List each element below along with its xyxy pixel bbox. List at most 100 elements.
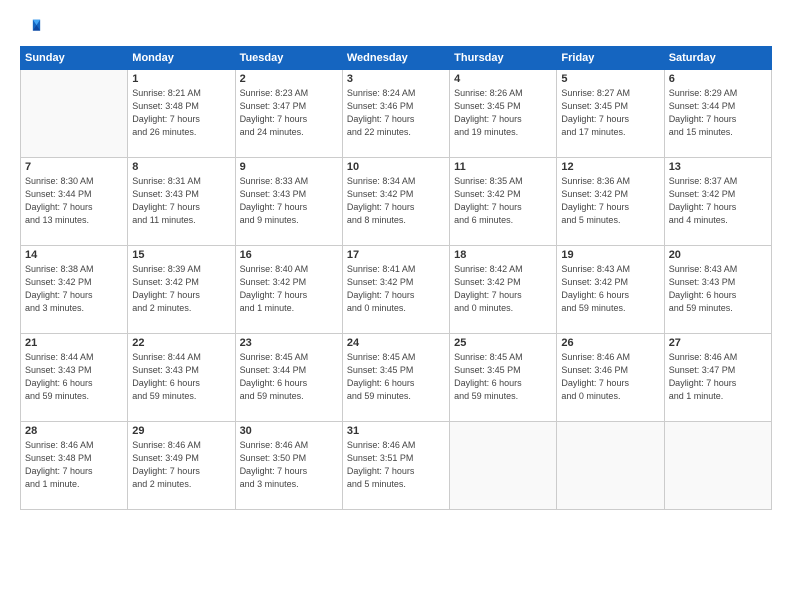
day-number: 27 [669, 337, 767, 349]
day-number: 8 [132, 161, 230, 173]
day-number: 30 [240, 425, 338, 437]
day-detail: Sunrise: 8:46 AM Sunset: 3:46 PM Dayligh… [561, 351, 659, 403]
calendar-cell: 17 Sunrise: 8:41 AM Sunset: 3:42 PM Dayli… [342, 246, 449, 334]
day-number: 1 [132, 73, 230, 85]
calendar-cell: 31 Sunrise: 8:46 AM Sunset: 3:51 PM Dayli… [342, 422, 449, 510]
calendar-cell: 13 Sunrise: 8:37 AM Sunset: 3:42 PM Dayli… [664, 158, 771, 246]
calendar-cell [450, 422, 557, 510]
day-detail: Sunrise: 8:42 AM Sunset: 3:42 PM Dayligh… [454, 263, 552, 315]
calendar-cell: 2 Sunrise: 8:23 AM Sunset: 3:47 PM Daylig… [235, 70, 342, 158]
calendar-weekday-header: Friday [557, 47, 664, 70]
day-detail: Sunrise: 8:29 AM Sunset: 3:44 PM Dayligh… [669, 87, 767, 139]
day-detail: Sunrise: 8:46 AM Sunset: 3:48 PM Dayligh… [25, 439, 123, 491]
calendar-cell: 9 Sunrise: 8:33 AM Sunset: 3:43 PM Daylig… [235, 158, 342, 246]
day-number: 9 [240, 161, 338, 173]
day-number: 14 [25, 249, 123, 261]
day-detail: Sunrise: 8:40 AM Sunset: 3:42 PM Dayligh… [240, 263, 338, 315]
calendar-week-row: 7Sunrise: 8:30 AM Sunset: 3:44 PM Daylig… [21, 158, 772, 246]
day-number: 10 [347, 161, 445, 173]
day-detail: Sunrise: 8:27 AM Sunset: 3:45 PM Dayligh… [561, 87, 659, 139]
calendar-cell: 4 Sunrise: 8:26 AM Sunset: 3:45 PM Daylig… [450, 70, 557, 158]
day-detail: Sunrise: 8:26 AM Sunset: 3:45 PM Dayligh… [454, 87, 552, 139]
day-detail: Sunrise: 8:46 AM Sunset: 3:51 PM Dayligh… [347, 439, 445, 491]
calendar-cell: 24Sunrise: 8:45 AM Sunset: 3:45 PM Dayli… [342, 334, 449, 422]
day-number: 26 [561, 337, 659, 349]
calendar-cell: 20 Sunrise: 8:43 AM Sunset: 3:43 PM Dayli… [664, 246, 771, 334]
calendar-cell: 3 Sunrise: 8:24 AM Sunset: 3:46 PM Daylig… [342, 70, 449, 158]
day-number: 21 [25, 337, 123, 349]
day-detail: Sunrise: 8:44 AM Sunset: 3:43 PM Dayligh… [132, 351, 230, 403]
calendar-cell: 8 Sunrise: 8:31 AM Sunset: 3:43 PM Daylig… [128, 158, 235, 246]
calendar-cell: 25 Sunrise: 8:45 AM Sunset: 3:45 PM Dayli… [450, 334, 557, 422]
calendar-weekday-header: Monday [128, 47, 235, 70]
calendar-cell: 12 Sunrise: 8:36 AM Sunset: 3:42 PM Dayli… [557, 158, 664, 246]
calendar-cell: 7Sunrise: 8:30 AM Sunset: 3:44 PM Daylig… [21, 158, 128, 246]
day-number: 31 [347, 425, 445, 437]
day-detail: Sunrise: 8:21 AM Sunset: 3:48 PM Dayligh… [132, 87, 230, 139]
day-detail: Sunrise: 8:33 AM Sunset: 3:43 PM Dayligh… [240, 175, 338, 227]
day-detail: Sunrise: 8:34 AM Sunset: 3:42 PM Dayligh… [347, 175, 445, 227]
day-number: 5 [561, 73, 659, 85]
day-number: 6 [669, 73, 767, 85]
calendar-cell [557, 422, 664, 510]
day-number: 12 [561, 161, 659, 173]
day-number: 25 [454, 337, 552, 349]
day-detail: Sunrise: 8:35 AM Sunset: 3:42 PM Dayligh… [454, 175, 552, 227]
day-number: 29 [132, 425, 230, 437]
day-detail: Sunrise: 8:23 AM Sunset: 3:47 PM Dayligh… [240, 87, 338, 139]
day-number: 2 [240, 73, 338, 85]
day-detail: Sunrise: 8:41 AM Sunset: 3:42 PM Dayligh… [347, 263, 445, 315]
calendar-cell: 5 Sunrise: 8:27 AM Sunset: 3:45 PM Daylig… [557, 70, 664, 158]
day-detail: Sunrise: 8:38 AM Sunset: 3:42 PM Dayligh… [25, 263, 123, 315]
calendar-cell: 19 Sunrise: 8:43 AM Sunset: 3:42 PM Dayli… [557, 246, 664, 334]
calendar-cell: 10 Sunrise: 8:34 AM Sunset: 3:42 PM Dayli… [342, 158, 449, 246]
calendar-cell: 28 Sunrise: 8:46 AM Sunset: 3:48 PM Dayli… [21, 422, 128, 510]
day-detail: Sunrise: 8:46 AM Sunset: 3:47 PM Dayligh… [669, 351, 767, 403]
day-detail: Sunrise: 8:37 AM Sunset: 3:42 PM Dayligh… [669, 175, 767, 227]
calendar-week-row: 14 Sunrise: 8:38 AM Sunset: 3:42 PM Dayli… [21, 246, 772, 334]
day-detail: Sunrise: 8:36 AM Sunset: 3:42 PM Dayligh… [561, 175, 659, 227]
calendar-cell: 29 Sunrise: 8:46 AM Sunset: 3:49 PM Dayli… [128, 422, 235, 510]
calendar-cell: 22Sunrise: 8:44 AM Sunset: 3:43 PM Dayli… [128, 334, 235, 422]
day-number: 11 [454, 161, 552, 173]
day-number: 19 [561, 249, 659, 261]
day-detail: Sunrise: 8:45 AM Sunset: 3:45 PM Dayligh… [454, 351, 552, 403]
calendar-cell: 6 Sunrise: 8:29 AM Sunset: 3:44 PM Daylig… [664, 70, 771, 158]
calendar-cell: 23 Sunrise: 8:45 AM Sunset: 3:44 PM Dayli… [235, 334, 342, 422]
calendar-week-row: 28 Sunrise: 8:46 AM Sunset: 3:48 PM Dayli… [21, 422, 772, 510]
day-number: 17 [347, 249, 445, 261]
calendar-cell: 15 Sunrise: 8:39 AM Sunset: 3:42 PM Dayli… [128, 246, 235, 334]
calendar-cell: 18Sunrise: 8:42 AM Sunset: 3:42 PM Dayli… [450, 246, 557, 334]
day-detail: Sunrise: 8:46 AM Sunset: 3:49 PM Dayligh… [132, 439, 230, 491]
calendar-weekday-header: Sunday [21, 47, 128, 70]
day-number: 20 [669, 249, 767, 261]
calendar-weekday-header: Thursday [450, 47, 557, 70]
calendar-header-row: SundayMondayTuesdayWednesdayThursdayFrid… [21, 47, 772, 70]
calendar-cell: 11 Sunrise: 8:35 AM Sunset: 3:42 PM Dayli… [450, 158, 557, 246]
calendar-cell [21, 70, 128, 158]
day-number: 4 [454, 73, 552, 85]
logo-icon [20, 16, 42, 38]
day-detail: Sunrise: 8:43 AM Sunset: 3:42 PM Dayligh… [561, 263, 659, 315]
day-number: 28 [25, 425, 123, 437]
day-number: 24 [347, 337, 445, 349]
calendar-weekday-header: Saturday [664, 47, 771, 70]
calendar-weekday-header: Tuesday [235, 47, 342, 70]
calendar-weekday-header: Wednesday [342, 47, 449, 70]
calendar-week-row: 21 Sunrise: 8:44 AM Sunset: 3:43 PM Dayli… [21, 334, 772, 422]
day-number: 15 [132, 249, 230, 261]
calendar-cell: 30Sunrise: 8:46 AM Sunset: 3:50 PM Dayli… [235, 422, 342, 510]
day-detail: Sunrise: 8:43 AM Sunset: 3:43 PM Dayligh… [669, 263, 767, 315]
calendar-cell: 21Sunrise: 8:44 AM Sunset: 3:43 PM Dayli… [21, 334, 128, 422]
day-number: 23 [240, 337, 338, 349]
day-number: 3 [347, 73, 445, 85]
calendar-cell: 1 Sunrise: 8:21 AM Sunset: 3:48 PM Daylig… [128, 70, 235, 158]
page: SundayMondayTuesdayWednesdayThursdayFrid… [0, 0, 792, 612]
day-detail: Sunrise: 8:24 AM Sunset: 3:46 PM Dayligh… [347, 87, 445, 139]
calendar-cell: 14 Sunrise: 8:38 AM Sunset: 3:42 PM Dayli… [21, 246, 128, 334]
day-detail: Sunrise: 8:39 AM Sunset: 3:42 PM Dayligh… [132, 263, 230, 315]
day-number: 13 [669, 161, 767, 173]
calendar-cell: 16Sunrise: 8:40 AM Sunset: 3:42 PM Dayli… [235, 246, 342, 334]
day-detail: Sunrise: 8:45 AM Sunset: 3:44 PM Dayligh… [240, 351, 338, 403]
day-detail: Sunrise: 8:31 AM Sunset: 3:43 PM Dayligh… [132, 175, 230, 227]
